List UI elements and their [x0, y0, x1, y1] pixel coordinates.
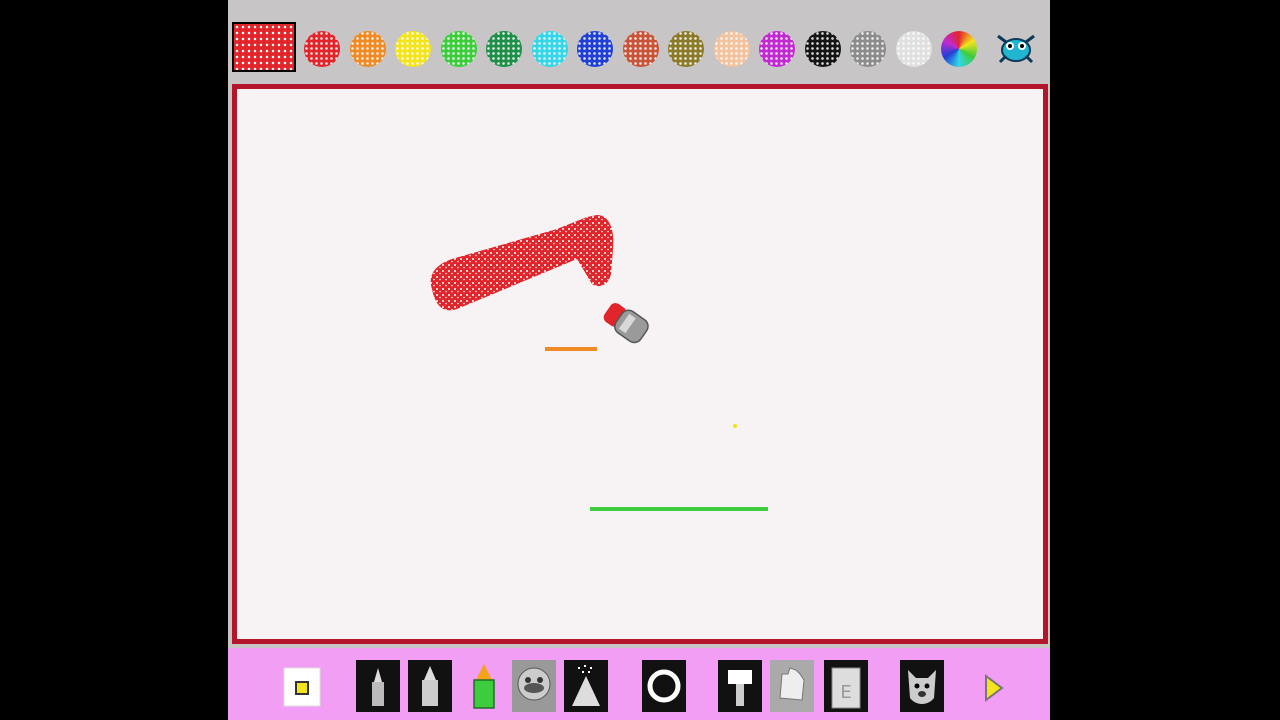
spray-can-icon[interactable] [562, 658, 610, 714]
canvas-frame [228, 80, 1050, 644]
swatch-light-green[interactable] [440, 31, 477, 67]
swatch-cyan[interactable] [531, 31, 568, 67]
swatch-peach[interactable] [713, 31, 750, 67]
swatch-red[interactable] [304, 31, 340, 67]
swatch-dark-green[interactable] [486, 31, 522, 67]
orange-stroke [545, 347, 597, 351]
color-palette [228, 0, 1050, 78]
swatch-light-gray[interactable] [895, 31, 932, 67]
svg-text:E: E [840, 682, 851, 703]
swatch-olive[interactable] [668, 31, 704, 67]
red-spray-stroke [430, 215, 614, 311]
crayon-green-icon[interactable] [460, 658, 508, 714]
gnat-mascot-icon[interactable] [992, 26, 1040, 66]
spray-can-cursor [603, 303, 649, 344]
game-screen: E [228, 0, 1050, 720]
current-color-indicator [232, 22, 296, 72]
pencil-thin-icon[interactable] [354, 658, 402, 714]
paint-brush-icon[interactable] [716, 658, 764, 714]
green-stroke [590, 507, 768, 511]
next-arrow-icon[interactable] [970, 658, 1018, 714]
shape-circle-icon[interactable] [640, 658, 688, 714]
stamp-mario-icon[interactable] [510, 658, 558, 714]
undo-dog-icon[interactable] [898, 658, 946, 714]
swatch-brown-red[interactable] [622, 31, 659, 67]
swatch-blue[interactable] [577, 31, 613, 67]
drawing-canvas[interactable] [232, 84, 1048, 644]
pencil-thick-icon[interactable] [406, 658, 454, 714]
swatch-orange[interactable] [349, 31, 386, 67]
swatch-gray[interactable] [850, 31, 886, 67]
swatch-rainbow[interactable] [941, 31, 977, 67]
eraser-block-icon[interactable]: E [822, 658, 870, 714]
eraser-hand-icon[interactable] [768, 658, 816, 714]
swatch-purple[interactable] [759, 31, 795, 67]
brush-size-small-button[interactable] [278, 658, 326, 714]
swatch-black[interactable] [804, 31, 841, 67]
yellow-dot [733, 424, 737, 428]
tool-bar: E [228, 648, 1050, 720]
swatch-yellow[interactable] [395, 31, 431, 67]
